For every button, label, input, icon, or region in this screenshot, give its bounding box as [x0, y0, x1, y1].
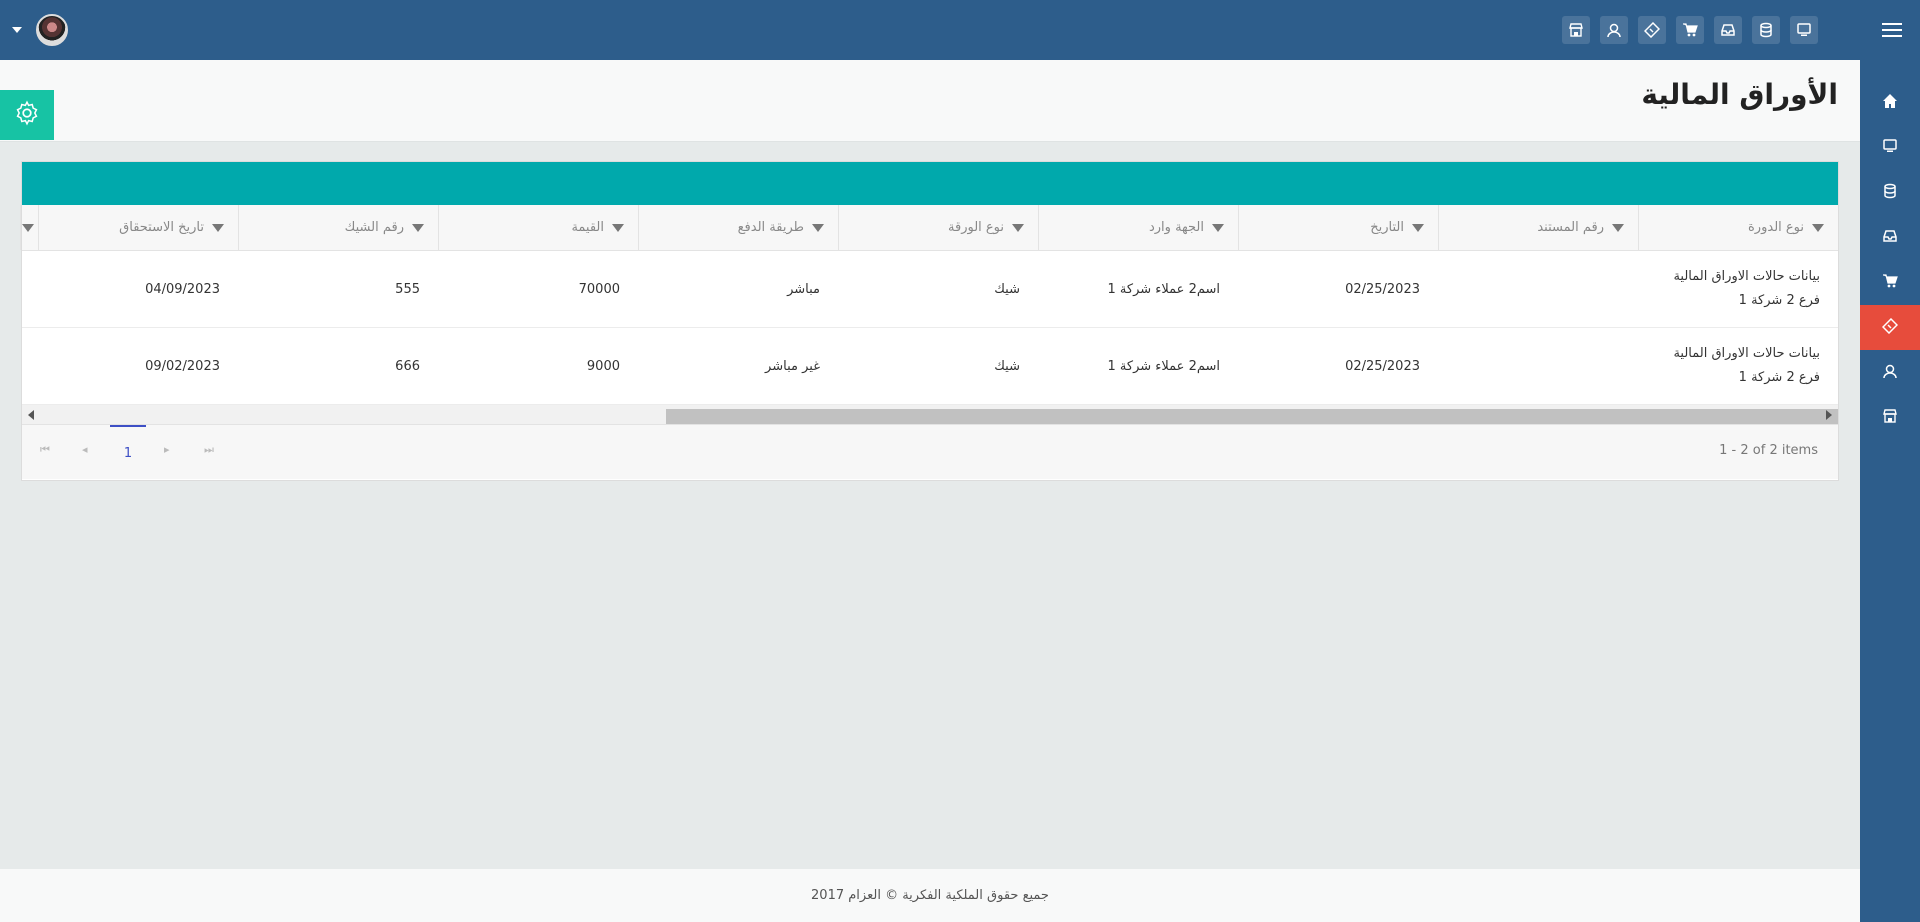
table-row[interactable]: بيانات حالات الاوراق المالية فرع 2 شركة …: [22, 251, 1838, 328]
column-header-cycle-type[interactable]: نوع الدورة: [1638, 205, 1838, 250]
column-header-payment-method[interactable]: طريقة الدفع: [638, 205, 838, 250]
cart-icon: [1882, 273, 1898, 293]
scrollbar-thumb[interactable]: [666, 409, 1838, 424]
next-page-icon[interactable]: ▸: [164, 443, 170, 456]
scroll-left-icon[interactable]: [28, 410, 34, 420]
cell-date: 02/25/2023: [1345, 358, 1420, 374]
cell-cycle-type: بيانات حالات الاوراق المالية فرع 2 شركة …: [1673, 346, 1820, 385]
cell-doc-no: [1438, 328, 1638, 404]
cell-date: 02/25/2023: [1345, 281, 1420, 297]
gear-icon: [14, 100, 40, 130]
pager: ⏮ ◂ 1 ▸ ⏭ 1 - 2 of 2 items: [22, 425, 1838, 479]
sidebar-item-user[interactable]: [1860, 350, 1920, 395]
table-row[interactable]: بيانات حالات الاوراق المالية فرع 2 شركة …: [22, 328, 1838, 405]
cell-due-date: 09/02/2023: [145, 358, 220, 374]
cell-cycle-type: بيانات حالات الاوراق المالية فرع 2 شركة …: [1673, 269, 1820, 308]
cell-payment-method: مباشر: [787, 281, 820, 297]
column-header-value[interactable]: القيمة: [438, 205, 638, 250]
ticket-icon: [1881, 317, 1899, 338]
sidebar-item-monitor[interactable]: [1860, 125, 1920, 170]
grid-header: نوع الدورة رقم المستند التاريخ الجهة وار…: [20, 205, 1838, 251]
page-number[interactable]: 1: [110, 425, 146, 479]
grid-toolbar: [22, 162, 1838, 205]
footer: جميع حقوق الملكية الفكرية © العزام 2017: [0, 869, 1860, 922]
database-icon[interactable]: [1752, 16, 1780, 44]
column-header-due-date[interactable]: تاريخ الاستحقاق: [38, 205, 238, 250]
sidebar-item-home[interactable]: [1860, 80, 1920, 125]
ticket-icon[interactable]: [1638, 16, 1666, 44]
filter-icon[interactable]: [612, 223, 624, 232]
cell-paper-type: شيك: [994, 358, 1020, 374]
filter-icon[interactable]: [22, 223, 34, 232]
chevron-down-icon[interactable]: [12, 27, 22, 33]
securities-grid: نوع الدورة رقم المستند التاريخ الجهة وار…: [20, 161, 1839, 481]
avatar[interactable]: [36, 14, 68, 46]
cell-doc-no: [1438, 251, 1638, 327]
cell-due-date: 04/09/2023: [145, 281, 220, 297]
first-page-icon[interactable]: ⏮: [40, 443, 50, 457]
filter-icon[interactable]: [1412, 223, 1424, 232]
sidebar-item-store[interactable]: [1860, 395, 1920, 440]
store-icon: [1882, 408, 1898, 428]
monitor-icon: [1882, 138, 1898, 158]
cell-payment-method: غير مباشر: [765, 358, 820, 374]
prev-page-icon[interactable]: ◂: [82, 443, 88, 456]
filter-icon[interactable]: [1812, 223, 1824, 232]
settings-button[interactable]: [0, 90, 54, 140]
store-icon[interactable]: [1562, 16, 1590, 44]
horizontal-scrollbar[interactable]: [22, 405, 1838, 425]
cell-value: 9000: [586, 358, 620, 374]
filter-icon[interactable]: [412, 223, 424, 232]
column-header-overflow[interactable]: [20, 205, 38, 250]
sidebar: [1860, 60, 1920, 922]
column-header-paper-type[interactable]: نوع الورقة: [838, 205, 1038, 250]
top-navbar: [0, 0, 1920, 60]
sidebar-item-inbox[interactable]: [1860, 215, 1920, 260]
scroll-right-icon[interactable]: [1826, 410, 1832, 420]
topbar-icon-group: [1562, 16, 1818, 44]
column-header-cheque-no[interactable]: رقم الشيك: [238, 205, 438, 250]
cell-cheque-no: 555: [395, 281, 420, 297]
sidebar-item-cart[interactable]: [1860, 260, 1920, 305]
user-icon[interactable]: [1600, 16, 1628, 44]
sidebar-item-database[interactable]: [1860, 170, 1920, 215]
cell-party: اسم2 عملاء شركة 1: [1107, 358, 1220, 374]
inbox-icon: [1882, 228, 1898, 248]
column-header-doc-no[interactable]: رقم المستند: [1438, 205, 1638, 250]
pager-info: 1 - 2 of 2 items: [1719, 443, 1818, 458]
user-icon: [1882, 363, 1898, 383]
inbox-icon[interactable]: [1714, 16, 1742, 44]
last-page-icon[interactable]: ⏭: [204, 443, 214, 457]
cell-party: اسم2 عملاء شركة 1: [1107, 281, 1220, 297]
filter-icon[interactable]: [1612, 223, 1624, 232]
user-menu[interactable]: [12, 14, 68, 46]
cart-icon[interactable]: [1676, 16, 1704, 44]
filter-icon[interactable]: [1012, 223, 1024, 232]
cell-paper-type: شيك: [994, 281, 1020, 297]
menu-icon[interactable]: [1880, 18, 1904, 42]
page-header: الأوراق المالية: [0, 60, 1860, 142]
database-icon: [1882, 183, 1898, 203]
monitor-icon[interactable]: [1790, 16, 1818, 44]
copyright-text: جميع حقوق الملكية الفكرية © العزام 2017: [811, 888, 1049, 903]
home-icon: [1882, 93, 1898, 113]
page-title: الأوراق المالية: [1641, 78, 1838, 111]
cell-cheque-no: 666: [395, 358, 420, 374]
filter-icon[interactable]: [812, 223, 824, 232]
sidebar-item-securities[interactable]: [1860, 305, 1920, 350]
cell-value: 70000: [578, 281, 620, 297]
column-header-party[interactable]: الجهة وارد: [1038, 205, 1238, 250]
filter-icon[interactable]: [1212, 223, 1224, 232]
column-header-date[interactable]: التاريخ: [1238, 205, 1438, 250]
filter-icon[interactable]: [212, 223, 224, 232]
